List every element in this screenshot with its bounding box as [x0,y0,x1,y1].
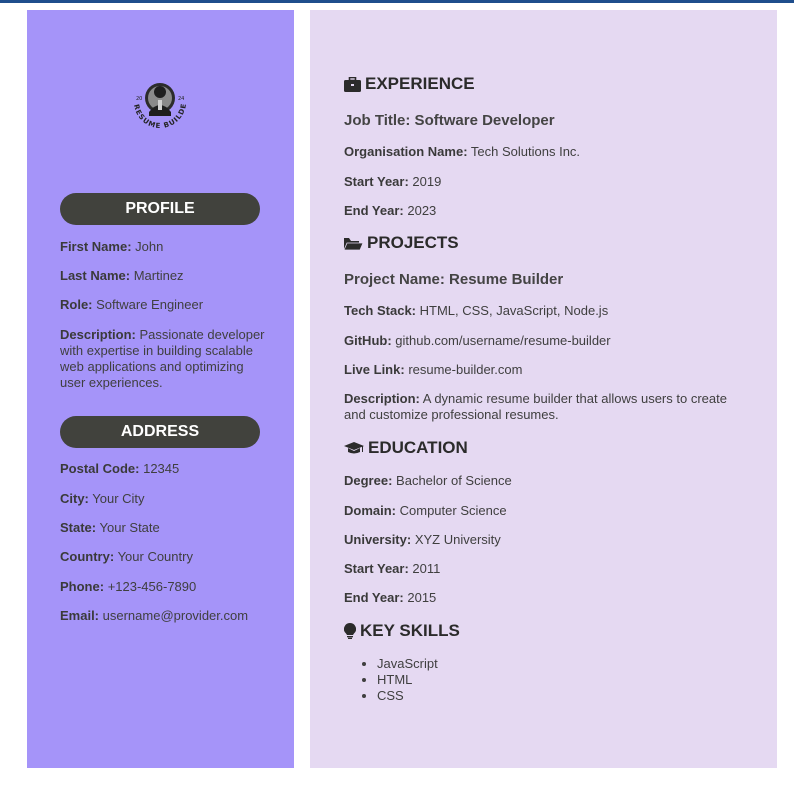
folder-open-icon [344,236,363,251]
graduation-cap-icon [344,441,364,456]
live-link-field: Live Link: resume-builder.com [344,362,523,377]
city-field: City: Your City [60,491,145,506]
list-item: HTML [377,672,438,688]
sidebar: 20 24 RESUME BUILDER PROFILE First Name:… [27,10,294,768]
profile-heading: PROFILE [60,193,260,225]
resume-builder-logo: 20 24 RESUME BUILDER [119,66,198,148]
lightbulb-icon [344,623,356,639]
experience-end-field: End Year: 2023 [344,203,437,218]
degree-field: Degree: Bachelor of Science [344,473,512,488]
email-field: Email: username@provider.com [60,608,249,623]
job-title: Job Title: Software Developer [344,112,555,129]
postal-code-field: Postal Code: 12345 [60,461,180,476]
role-field: Role: Software Engineer [60,297,204,312]
projects-heading: PROJECTS [344,233,459,253]
skills-list: JavaScript HTML CSS [377,656,438,704]
svg-text:20: 20 [136,96,142,102]
education-heading: EDUCATION [344,438,468,458]
briefcase-icon [344,76,361,92]
experience-start-field: Start Year: 2019 [344,174,442,189]
domain-field: Domain: Computer Science [344,503,507,518]
experience-heading: EXPERIENCE [344,74,475,94]
phone-field: Phone: +123-456-7890 [60,579,197,594]
university-field: University: XYZ University [344,532,501,547]
education-end-field: End Year: 2015 [344,590,437,605]
country-field: Country: Your Country [60,549,193,564]
address-heading: ADDRESS [60,416,260,448]
education-start-field: Start Year: 2011 [344,561,441,576]
state-field: State: Your State [60,520,160,535]
key-skills-heading: KEY SKILLS [344,621,460,641]
tech-stack-field: Tech Stack: HTML, CSS, JavaScript, Node.… [344,303,609,318]
top-accent-bar [0,0,794,3]
project-description-field: Description: A dynamic resume builder th… [344,391,727,422]
main-content: EXPERIENCE Job Title: Software Developer… [310,10,777,768]
organisation-field: Organisation Name: Tech Solutions Inc. [344,144,581,159]
last-name-field: Last Name: Martinez [60,268,184,283]
profile-description-field: Description: Passionate developer with e… [60,327,265,390]
list-item: JavaScript [377,656,438,672]
first-name-field: First Name: John [60,239,164,254]
github-field: GitHub: github.com/username/resume-build… [344,333,611,348]
project-name: Project Name: Resume Builder [344,271,564,288]
svg-text:24: 24 [178,96,184,102]
list-item: CSS [377,688,438,704]
